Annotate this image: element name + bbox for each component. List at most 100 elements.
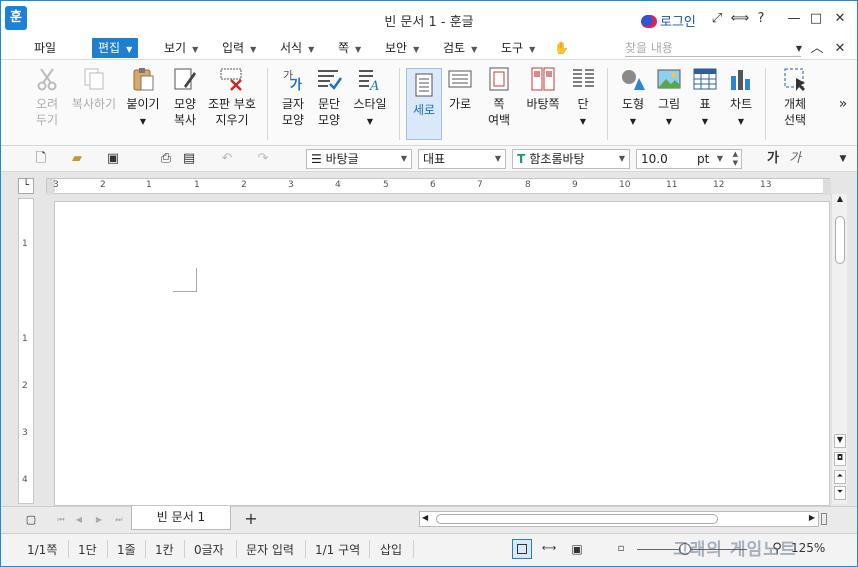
menu-review-label: 검토: [443, 41, 466, 55]
language-select[interactable]: 대표 ▼: [418, 149, 506, 169]
margin-button[interactable]: 쪽 여백: [481, 66, 517, 128]
horizontal-scroll-thumb[interactable]: [436, 514, 718, 524]
font-select[interactable]: T 함초롬바탕 ▼: [512, 149, 630, 169]
menu-page[interactable]: 쪽 ▼: [338, 39, 361, 57]
status-input-mode[interactable]: 문자 입력: [246, 541, 294, 558]
login-button[interactable]: 로그인: [641, 11, 696, 30]
menu-review[interactable]: 검토 ▼: [443, 39, 477, 57]
first-tab-icon[interactable]: ⏮: [51, 510, 71, 530]
menu-input[interactable]: 입력 ▼: [222, 39, 256, 57]
title-bar: 훈 빈 문서 1 - 훈글 로그인 ⤢ ⟺ ? — □ ✕: [1, 1, 857, 37]
document-page[interactable]: [54, 201, 830, 506]
style-select[interactable]: ☰ 바탕글 ▼: [306, 149, 412, 169]
toolbar-more-icon[interactable]: ▼: [833, 149, 853, 169]
table-button[interactable]: 표 ▼: [689, 66, 721, 130]
scroll-up-icon[interactable]: ▲: [834, 194, 846, 208]
style-button[interactable]: A 스타일 ▼: [349, 66, 391, 130]
menu-format[interactable]: 서식 ▼: [280, 39, 314, 57]
full-page-view-icon[interactable]: ▣: [567, 539, 587, 559]
portrait-page-icon: [415, 73, 433, 97]
picture-icon: [657, 69, 681, 89]
tab-stop-selector[interactable]: └: [18, 178, 34, 194]
add-tab-button[interactable]: +: [241, 509, 261, 529]
menu-tools-label: 도구: [501, 41, 524, 55]
next-page-icon[interactable]: ⏷: [834, 486, 846, 500]
fullscreen-icon[interactable]: ⤢: [707, 9, 727, 29]
bold-button[interactable]: 가: [763, 149, 783, 169]
shapes-icon: [622, 70, 645, 90]
style-select-value: 바탕글: [325, 152, 359, 166]
document-tab[interactable]: 빈 문서 1: [131, 506, 231, 530]
status-page[interactable]: 1/1쪽: [27, 541, 57, 558]
vertical-scrollbar[interactable]: ▲ ▼ ◘ ⏶ ⏷: [831, 194, 847, 504]
page-width-view-icon[interactable]: ⟷: [539, 539, 559, 559]
ribbon-close-icon[interactable]: ✕: [830, 39, 850, 59]
save-icon[interactable]: ▣: [103, 149, 123, 169]
redo-icon[interactable]: ↷: [253, 149, 273, 169]
scroll-right-icon[interactable]: ▶: [809, 513, 815, 522]
ruler-tick-label: 9: [572, 180, 578, 190]
menu-edit[interactable]: 편집 ▼: [92, 38, 139, 58]
chart-button[interactable]: 차트 ▼: [725, 66, 757, 130]
background-page-button[interactable]: 바탕쪽: [523, 66, 563, 112]
menu-security[interactable]: 보안 ▼: [385, 39, 419, 57]
help-button[interactable]: ?: [751, 9, 771, 29]
format-painter-icon: [174, 68, 196, 90]
page-view-icon[interactable]: ◘: [834, 452, 846, 466]
cut-button[interactable]: 오려 두기: [25, 66, 69, 128]
preview-icon[interactable]: ▤: [179, 149, 199, 169]
prev-tab-icon[interactable]: ◀: [69, 510, 89, 530]
maximize-button[interactable]: □: [806, 9, 826, 29]
prev-page-icon[interactable]: ⏶: [834, 470, 846, 484]
zoom-out-icon[interactable]: ▫: [611, 539, 631, 559]
split-handle-icon[interactable]: [821, 513, 827, 525]
split-view-icon[interactable]: ⟺: [730, 9, 750, 29]
vertical-scroll-thumb[interactable]: [835, 216, 845, 264]
picture-button[interactable]: 그림 ▼: [653, 66, 685, 130]
tab-list-icon[interactable]: ▢: [21, 510, 41, 530]
print-icon[interactable]: ⎙: [156, 149, 176, 169]
select-object-button[interactable]: 개체 선택: [775, 66, 815, 128]
clear-marks-button[interactable]: 조판 부호 지우기: [205, 66, 259, 128]
last-tab-icon[interactable]: ⏭: [109, 510, 129, 530]
italic-button[interactable]: 가: [785, 149, 805, 169]
status-insert-mode[interactable]: 삽입: [380, 541, 402, 558]
next-tab-icon[interactable]: ▶: [89, 510, 109, 530]
para-shape-label: 문단 모양: [317, 97, 341, 127]
search-dropdown-icon[interactable]: ▼: [789, 39, 809, 59]
normal-view-button[interactable]: [512, 539, 532, 559]
new-doc-icon[interactable]: 🗋: [31, 149, 51, 169]
ruler-tick-label: 8: [525, 180, 531, 190]
menu-tools[interactable]: 도구 ▼: [501, 39, 535, 57]
menu-file[interactable]: 파일: [34, 39, 56, 57]
copy-button[interactable]: 복사하기: [69, 66, 119, 112]
char-shape-button[interactable]: 가가 글자 모양: [275, 66, 311, 128]
scroll-down-icon[interactable]: ▼: [834, 434, 846, 448]
close-button[interactable]: ✕: [830, 9, 850, 29]
status-separator: [413, 540, 414, 558]
horizontal-scrollbar[interactable]: ◀ ▶: [419, 511, 819, 527]
menu-security-label: 보안: [385, 41, 408, 55]
text-area-corner-mark: [173, 268, 197, 292]
collab-icon[interactable]: ✋: [554, 39, 569, 57]
ruler-tick-label: 2: [22, 381, 28, 391]
para-shape-button[interactable]: 문단 모양: [311, 66, 347, 128]
window-title: 빈 문서 1 - 훈글: [384, 15, 474, 30]
shapes-button[interactable]: 도형 ▼: [615, 66, 651, 130]
open-folder-icon[interactable]: ▰: [67, 149, 87, 169]
paste-button[interactable]: 붙이기 ▼: [123, 66, 163, 130]
search-input[interactable]: 찾을 내용: [625, 39, 801, 57]
landscape-button[interactable]: 가로: [444, 66, 476, 112]
menu-input-label: 입력: [222, 41, 245, 55]
columns-button[interactable]: 단 ▼: [567, 66, 599, 130]
scroll-left-icon[interactable]: ◀: [422, 513, 428, 522]
font-size-stepper[interactable]: 10.0 pt ▼ ▲ ▼: [636, 149, 742, 169]
minimize-button[interactable]: —: [784, 9, 804, 29]
portrait-button[interactable]: 세로: [406, 68, 442, 140]
format-copy-button[interactable]: 모양 복사: [167, 66, 203, 128]
columns-label: 단: [577, 97, 589, 111]
collapse-ribbon-icon[interactable]: ︿: [807, 39, 827, 59]
ribbon-more-icon[interactable]: »: [833, 94, 853, 114]
menu-view[interactable]: 보기 ▼: [164, 39, 198, 57]
undo-icon[interactable]: ↶: [217, 149, 237, 169]
